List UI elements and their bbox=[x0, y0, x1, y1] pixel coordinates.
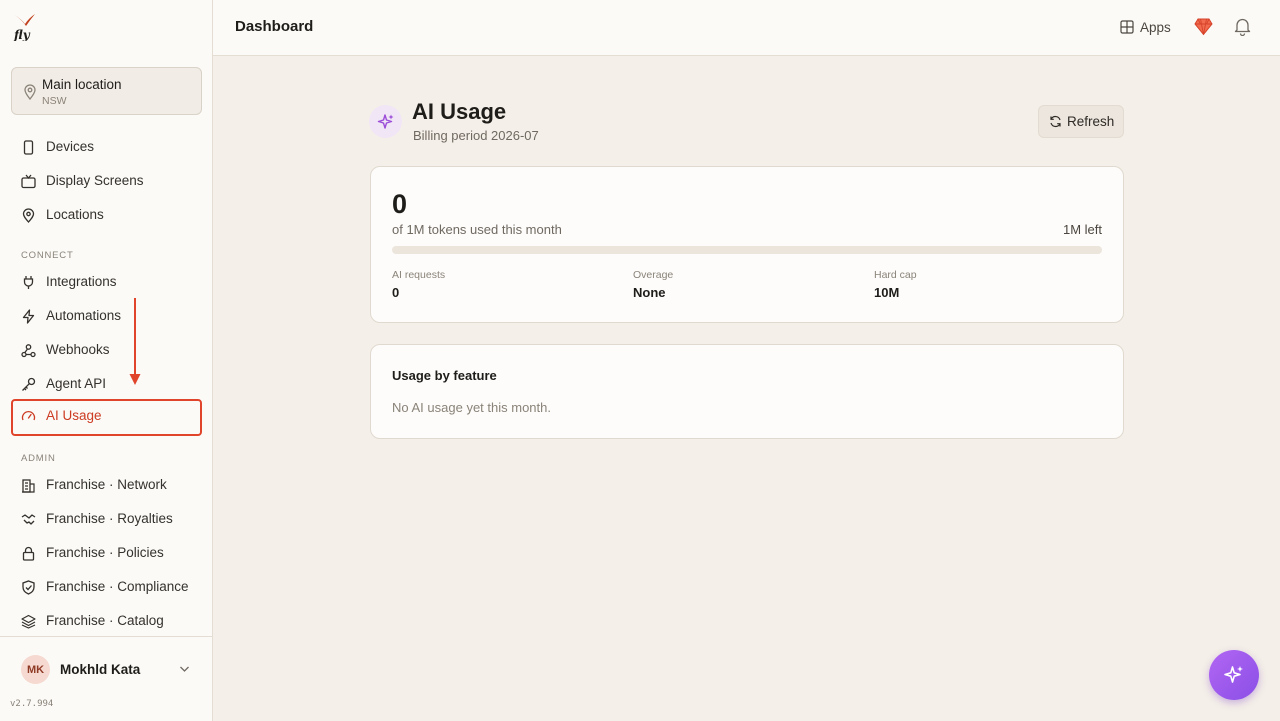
location-region: NSW bbox=[42, 95, 67, 107]
sidebar-item-label: Devices bbox=[46, 139, 95, 154]
top-bar: Dashboard Apps bbox=[213, 0, 1280, 56]
stat-ai-requests: AI requests 0 bbox=[392, 269, 445, 300]
logo-text: fly bbox=[13, 28, 31, 41]
refresh-button[interactable]: Refresh bbox=[1038, 105, 1124, 138]
tokens-caption: of 1M tokens used this month bbox=[392, 222, 562, 237]
section-label-connect: CONNECT bbox=[21, 250, 74, 261]
chevron-down-icon[interactable] bbox=[179, 665, 190, 673]
location-name: Main location bbox=[42, 77, 122, 92]
annotation-arrow-icon bbox=[129, 298, 141, 385]
sidebar-item-label: Integrations bbox=[46, 274, 117, 289]
sidebar-item-label: Franchise · Network bbox=[46, 477, 167, 492]
sidebar-item-label: AI Usage bbox=[46, 408, 102, 423]
sidebar-item-franchise-network[interactable]: Franchise · Network bbox=[11, 468, 202, 502]
stat-label: Overage bbox=[633, 269, 674, 281]
handshake-icon bbox=[21, 514, 36, 525]
sidebar-item-label: Agent API bbox=[46, 376, 107, 391]
stat-hard-cap: Hard cap 10M bbox=[874, 269, 917, 300]
sidebar-item-automations[interactable]: Automations bbox=[11, 299, 202, 333]
usage-progress-bar bbox=[392, 246, 1102, 254]
sidebar-item-label: Display Screens bbox=[46, 173, 144, 188]
header-title: Dashboard bbox=[235, 18, 314, 35]
sparkle-icon bbox=[1224, 666, 1243, 683]
map-pin-icon bbox=[24, 84, 36, 100]
plug-icon bbox=[23, 276, 34, 289]
billing-period: Billing period 2026-07 bbox=[413, 128, 539, 143]
sidebar-item-ai-usage[interactable]: AI Usage bbox=[11, 399, 202, 436]
stat-value: 10M bbox=[874, 285, 900, 300]
sparkle-icon bbox=[369, 105, 402, 138]
avatar: MK bbox=[21, 655, 50, 684]
map-pin-icon bbox=[22, 208, 35, 223]
stat-label: AI requests bbox=[392, 269, 446, 281]
sidebar-item-label: Automations bbox=[46, 308, 122, 323]
empty-state-text: No AI usage yet this month. bbox=[392, 400, 551, 415]
sidebar-item-integrations[interactable]: Integrations bbox=[11, 265, 202, 299]
sidebar-item-label: Webhooks bbox=[46, 342, 110, 357]
gauge-icon bbox=[21, 410, 36, 421]
lock-icon bbox=[22, 546, 35, 561]
sidebar-item-label: Franchise · Compliance bbox=[46, 579, 189, 594]
gem-icon[interactable] bbox=[1194, 17, 1213, 36]
token-usage-card: 0 of 1M tokens used this month 1M left A… bbox=[370, 166, 1124, 323]
stat-label: Hard cap bbox=[874, 269, 917, 281]
stat-value: 0 bbox=[392, 285, 400, 300]
tokens-used: 0 bbox=[392, 189, 408, 219]
usage-by-feature-card: Usage by feature No AI usage yet this mo… bbox=[370, 344, 1124, 439]
refresh-icon bbox=[1050, 115, 1061, 128]
sidebar-item-agent-api[interactable]: Agent API bbox=[11, 367, 202, 401]
sidebar-item-display-screens[interactable]: Display Screens bbox=[11, 164, 202, 198]
sidebar-item-label: Franchise · Catalog bbox=[46, 613, 164, 628]
apps-label: Apps bbox=[1140, 19, 1171, 35]
app-version: v2.7.994 bbox=[10, 699, 54, 709]
sidebar-item-label: Franchise · Royalties bbox=[46, 511, 173, 526]
fly-logo[interactable]: fly bbox=[12, 11, 38, 41]
sidebar-item-franchise-catalog[interactable]: Franchise · Catalog bbox=[11, 604, 202, 638]
user-name: Mokhld Kata bbox=[60, 662, 141, 677]
sidebar: fly Main location NSW Devices Display Sc… bbox=[0, 0, 213, 721]
sidebar-item-label: Locations bbox=[46, 207, 104, 222]
bell-icon[interactable] bbox=[1234, 17, 1251, 36]
sidebar-item-franchise-royalties[interactable]: Franchise · Royalties bbox=[11, 502, 202, 536]
layers-icon bbox=[21, 614, 36, 629]
user-menu[interactable]: MK Mokhld Kata v2.7.994 bbox=[0, 636, 212, 721]
phone-icon bbox=[23, 140, 34, 155]
sidebar-item-franchise-compliance[interactable]: Franchise · Compliance bbox=[11, 570, 202, 604]
sidebar-item-devices[interactable]: Devices bbox=[11, 130, 202, 164]
shield-check-icon bbox=[22, 580, 35, 595]
lightning-icon bbox=[22, 309, 35, 324]
refresh-label: Refresh bbox=[1067, 114, 1115, 129]
page-title: AI Usage bbox=[412, 99, 507, 124]
stat-value: None bbox=[633, 285, 666, 300]
ai-assistant-button[interactable] bbox=[1209, 650, 1259, 700]
key-icon bbox=[22, 377, 36, 391]
section-label-admin: ADMIN bbox=[21, 453, 56, 464]
apps-button[interactable]: Apps bbox=[1120, 16, 1171, 38]
grid-icon bbox=[1120, 20, 1134, 34]
webhook-icon bbox=[21, 344, 36, 358]
location-switcher[interactable]: Main location NSW bbox=[11, 67, 202, 115]
sidebar-item-franchise-policies[interactable]: Franchise · Policies bbox=[11, 536, 202, 570]
stat-overage: Overage None bbox=[633, 269, 673, 300]
section-heading: Usage by feature bbox=[392, 368, 497, 383]
tv-icon bbox=[21, 174, 36, 189]
building-icon bbox=[22, 479, 35, 493]
sidebar-item-locations[interactable]: Locations bbox=[11, 198, 202, 232]
tokens-left: 1M left bbox=[1062, 222, 1102, 237]
sidebar-item-webhooks[interactable]: Webhooks bbox=[11, 333, 202, 367]
sidebar-item-label: Franchise · Policies bbox=[46, 545, 164, 560]
